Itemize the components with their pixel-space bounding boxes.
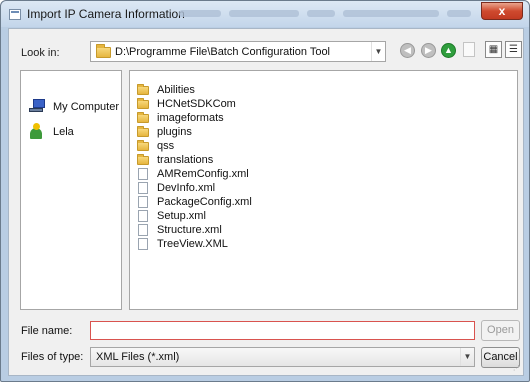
list-item[interactable]: Setup.xml xyxy=(136,210,256,223)
open-button[interactable]: Open xyxy=(481,320,520,341)
file-name-label: File name: xyxy=(21,325,73,337)
detail-view-icon[interactable]: ☰ xyxy=(505,41,522,58)
import-dialog: Import IP Camera Information x Look in: … xyxy=(0,0,530,382)
list-view-icon[interactable]: ▦ xyxy=(485,41,502,58)
folder-icon xyxy=(137,112,149,123)
chevron-down-icon[interactable]: ▼ xyxy=(371,42,385,61)
list-item[interactable]: AMRemConfig.xml xyxy=(136,168,256,181)
sidebar-item-label: Lela xyxy=(53,126,74,138)
new-folder-icon[interactable] xyxy=(463,42,475,57)
files-of-type-label: Files of type: xyxy=(21,351,84,363)
file-label: translations xyxy=(157,154,214,166)
up-folder-icon[interactable]: ▲ xyxy=(441,43,456,58)
forward-icon[interactable]: ▶ xyxy=(421,43,436,58)
list-item[interactable]: Abilities xyxy=(136,84,256,97)
document-icon xyxy=(138,168,148,180)
file-label: imageformats xyxy=(157,112,224,124)
folder-icon xyxy=(137,126,149,137)
close-button[interactable]: x xyxy=(481,2,523,20)
list-item[interactable]: HCNetSDKCom xyxy=(136,98,256,111)
file-label: DevInfo.xml xyxy=(157,182,216,194)
document-icon xyxy=(138,238,148,250)
list-item[interactable]: Structure.xml xyxy=(136,224,256,237)
folder-icon xyxy=(96,44,111,58)
file-name-input[interactable] xyxy=(90,321,475,340)
dialog-body: Look in: D:\Programme File\Batch Configu… xyxy=(8,28,524,376)
title-bar-background-blur xyxy=(229,10,299,17)
window-title: Import IP Camera Information xyxy=(27,7,185,21)
file-label: TreeView.XML xyxy=(157,238,228,250)
file-label: HCNetSDKCom xyxy=(157,98,236,110)
title-bar-background-blur xyxy=(307,10,335,17)
file-label: qss xyxy=(157,140,175,152)
title-bar-background-blur xyxy=(179,10,221,17)
file-list: Abilities HCNetSDKCom imageformats plugi… xyxy=(129,70,518,310)
close-icon: x xyxy=(498,4,506,18)
look-in-combobox[interactable]: D:\Programme File\Batch Configuration To… xyxy=(90,41,386,62)
folder-icon xyxy=(137,84,149,95)
files-of-type-select[interactable]: XML Files (*.xml) ▼ xyxy=(90,347,475,367)
file-label: AMRemConfig.xml xyxy=(157,168,249,180)
title-bar-background-blur xyxy=(343,10,439,17)
list-item[interactable]: DevInfo.xml xyxy=(136,182,256,195)
file-label: Structure.xml xyxy=(157,224,222,236)
list-item[interactable]: qss xyxy=(136,140,256,153)
computer-icon xyxy=(29,99,46,113)
list-item[interactable]: translations xyxy=(136,154,256,167)
resize-grip-icon[interactable]: ⋰ xyxy=(513,365,521,373)
list-item[interactable]: imageformats xyxy=(136,112,256,125)
user-icon xyxy=(30,123,44,139)
file-label: Abilities xyxy=(157,84,195,96)
sidebar-item-label: My Computer xyxy=(53,101,120,113)
files-of-type-value: XML Files (*.xml) xyxy=(96,351,180,363)
folder-icon xyxy=(137,98,149,109)
document-icon xyxy=(138,182,148,194)
sidebar-item-my-computer[interactable]: My Computer xyxy=(27,98,121,116)
file-label: PackageConfig.xml xyxy=(157,196,252,208)
list-item[interactable]: TreeView.XML xyxy=(136,238,256,251)
list-item[interactable]: plugins xyxy=(136,126,256,139)
document-icon xyxy=(138,196,148,208)
folder-icon xyxy=(137,154,149,165)
sidebar-item-lela[interactable]: Lela xyxy=(27,123,121,141)
file-label: plugins xyxy=(157,126,192,138)
file-label: Setup.xml xyxy=(157,210,206,222)
folder-icon xyxy=(137,140,149,151)
window-icon xyxy=(9,9,21,20)
title-bar: Import IP Camera Information x xyxy=(1,1,529,27)
look-in-label: Look in: xyxy=(21,47,60,59)
document-icon xyxy=(138,224,148,236)
back-icon[interactable]: ◀ xyxy=(400,43,415,58)
sidebar: My Computer Lela xyxy=(20,70,122,310)
list-item[interactable]: PackageConfig.xml xyxy=(136,196,256,209)
chevron-down-icon[interactable]: ▼ xyxy=(460,348,474,366)
title-bar-background-blur xyxy=(447,10,471,17)
look-in-path: D:\Programme File\Batch Configuration To… xyxy=(115,46,331,58)
document-icon xyxy=(138,210,148,222)
